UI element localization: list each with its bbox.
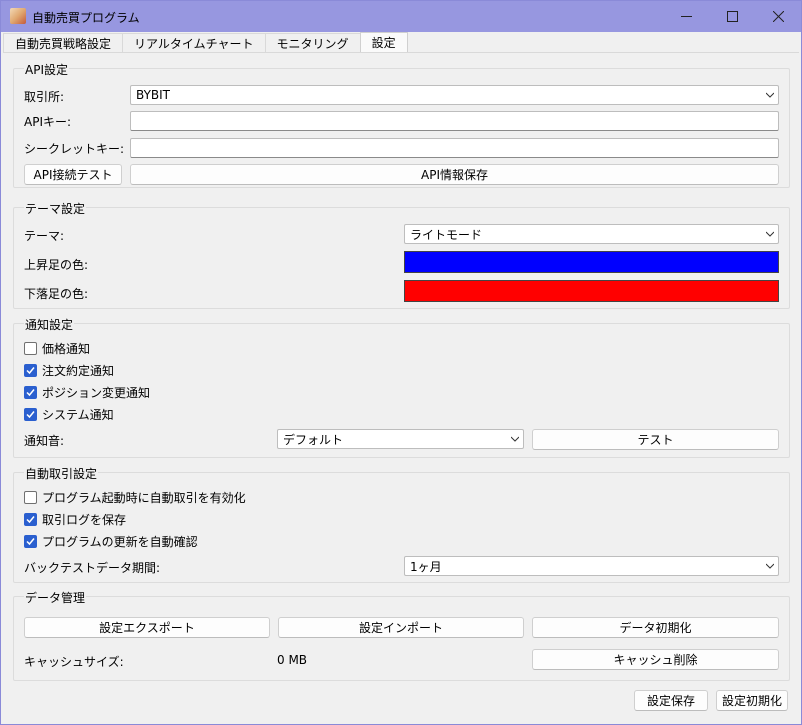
cache-size-value: 0 MB <box>277 653 308 667</box>
settings-panel: API設定 取引所: BYBIT APIキー: シークレットキー: API接続テ… <box>3 52 799 722</box>
checkmark-icon <box>26 516 35 524</box>
checkbox-box[interactable] <box>24 386 37 399</box>
auto-update-checkbox[interactable]: プログラムの更新を自動確認 <box>24 533 198 550</box>
maximize-icon <box>726 11 738 22</box>
chevron-down-icon <box>766 563 774 569</box>
notification-settings-title: 通知設定 <box>24 316 75 333</box>
title-bar[interactable]: 自動売買プログラム <box>1 1 801 32</box>
theme-select[interactable]: ライトモード <box>404 224 779 244</box>
theme-label: テーマ: <box>24 229 65 243</box>
chevron-down-icon <box>766 92 774 98</box>
notify-sound-value: デフォルト <box>283 432 344 447</box>
exchange-value: BYBIT <box>136 88 171 102</box>
tab-strategy[interactable]: 自動売買戦略設定 <box>3 33 124 52</box>
checkbox-box[interactable] <box>24 342 37 355</box>
api-key-label: APIキー: <box>24 115 72 129</box>
checkmark-icon <box>26 389 35 397</box>
checkbox-box[interactable] <box>24 491 37 504</box>
reset-settings-button[interactable]: 設定初期化 <box>716 690 788 711</box>
save-settings-button[interactable]: 設定保存 <box>634 690 708 711</box>
tab-realtime-chart[interactable]: リアルタイムチャート <box>122 33 266 52</box>
tab-settings[interactable]: 設定 <box>359 32 408 52</box>
notify-order-label: 注文約定通知 <box>42 364 115 378</box>
window-title: 自動売買プログラム <box>32 11 140 25</box>
secret-key-label: シークレットキー: <box>24 142 125 156</box>
app-window: 自動売買プログラム 自動売買戦略設定 リアルタイムチャート モニタリング 設定 … <box>0 0 802 725</box>
auto-update-label: プログラムの更新を自動確認 <box>42 535 198 549</box>
checkmark-icon <box>26 538 35 546</box>
theme-settings-title: テーマ設定 <box>24 200 87 217</box>
api-test-button[interactable]: API接続テスト <box>24 164 122 185</box>
import-settings-button[interactable]: 設定インポート <box>278 617 524 638</box>
exchange-select[interactable]: BYBIT <box>130 85 779 105</box>
data-init-button[interactable]: データ初期化 <box>532 617 779 638</box>
notify-system-label: システム通知 <box>42 408 114 422</box>
notification-settings-group: 通知設定 価格通知 注文約定通知 ポジション変更通知 システム通知 通知音: デ… <box>13 316 790 458</box>
backtest-period-label: バックテストデータ期間: <box>24 561 161 575</box>
api-settings-group: API設定 取引所: BYBIT APIキー: シークレットキー: API接続テ… <box>13 61 790 188</box>
notify-position-checkbox[interactable]: ポジション変更通知 <box>24 384 150 401</box>
notify-system-checkbox[interactable]: システム通知 <box>24 406 114 423</box>
checkmark-icon <box>26 367 35 375</box>
up-color-swatch[interactable] <box>404 251 779 273</box>
backtest-period-value: 1ヶ月 <box>410 559 442 574</box>
checkbox-box[interactable] <box>24 513 37 526</box>
notify-position-label: ポジション変更通知 <box>42 386 151 400</box>
checkbox-box[interactable] <box>24 408 37 421</box>
theme-settings-group: テーマ設定 テーマ: ライトモード 上昇足の色: 下落足の色: <box>13 200 790 309</box>
exchange-label: 取引所: <box>24 90 65 104</box>
chevron-down-icon <box>511 436 519 442</box>
app-icon <box>10 8 26 24</box>
data-management-title: データ管理 <box>24 589 87 606</box>
export-settings-button[interactable]: 設定エクスポート <box>24 617 270 638</box>
cache-size-label: キャッシュサイズ: <box>24 655 124 669</box>
clear-cache-button[interactable]: キャッシュ削除 <box>532 649 779 670</box>
notify-test-button[interactable]: テスト <box>532 429 779 450</box>
notify-price-checkbox[interactable]: 価格通知 <box>24 340 90 357</box>
close-button[interactable] <box>755 1 801 32</box>
notify-sound-select[interactable]: デフォルト <box>277 429 524 449</box>
notify-sound-label: 通知音: <box>24 434 65 448</box>
maximize-button[interactable] <box>709 1 755 32</box>
theme-value: ライトモード <box>410 227 483 242</box>
trade-log-checkbox[interactable]: 取引ログを保存 <box>24 511 126 528</box>
tab-bar: 自動売買戦略設定 リアルタイムチャート モニタリング 設定 <box>3 32 408 52</box>
checkbox-box[interactable] <box>24 535 37 548</box>
auto-enable-checkbox[interactable]: プログラム起動時に自動取引を有効化 <box>24 489 246 506</box>
api-save-button[interactable]: API情報保存 <box>130 164 779 185</box>
api-key-input[interactable] <box>130 111 779 131</box>
auto-trade-settings-title: 自動取引設定 <box>24 465 99 482</box>
up-color-label: 上昇足の色: <box>24 258 89 272</box>
checkbox-box[interactable] <box>24 364 37 377</box>
notify-price-label: 価格通知 <box>42 342 91 356</box>
down-color-label: 下落足の色: <box>24 287 89 301</box>
auto-trade-settings-group: 自動取引設定 プログラム起動時に自動取引を有効化 取引ログを保存 プログラムの更… <box>13 465 790 583</box>
down-color-swatch[interactable] <box>404 280 779 302</box>
minimize-button[interactable] <box>663 1 709 32</box>
backtest-period-select[interactable]: 1ヶ月 <box>404 556 779 576</box>
chevron-down-icon <box>766 231 774 237</box>
secret-key-input[interactable] <box>130 138 779 158</box>
minimize-icon <box>680 16 692 17</box>
api-settings-title: API設定 <box>24 61 69 78</box>
data-management-group: データ管理 設定エクスポート 設定インポート データ初期化 キャッシュサイズ: … <box>13 589 790 681</box>
auto-enable-label: プログラム起動時に自動取引を有効化 <box>42 491 246 505</box>
trade-log-label: 取引ログを保存 <box>42 513 127 527</box>
checkmark-icon <box>26 411 35 419</box>
notify-order-checkbox[interactable]: 注文約定通知 <box>24 362 114 379</box>
tab-monitoring[interactable]: モニタリング <box>264 33 361 52</box>
close-icon <box>772 11 784 22</box>
